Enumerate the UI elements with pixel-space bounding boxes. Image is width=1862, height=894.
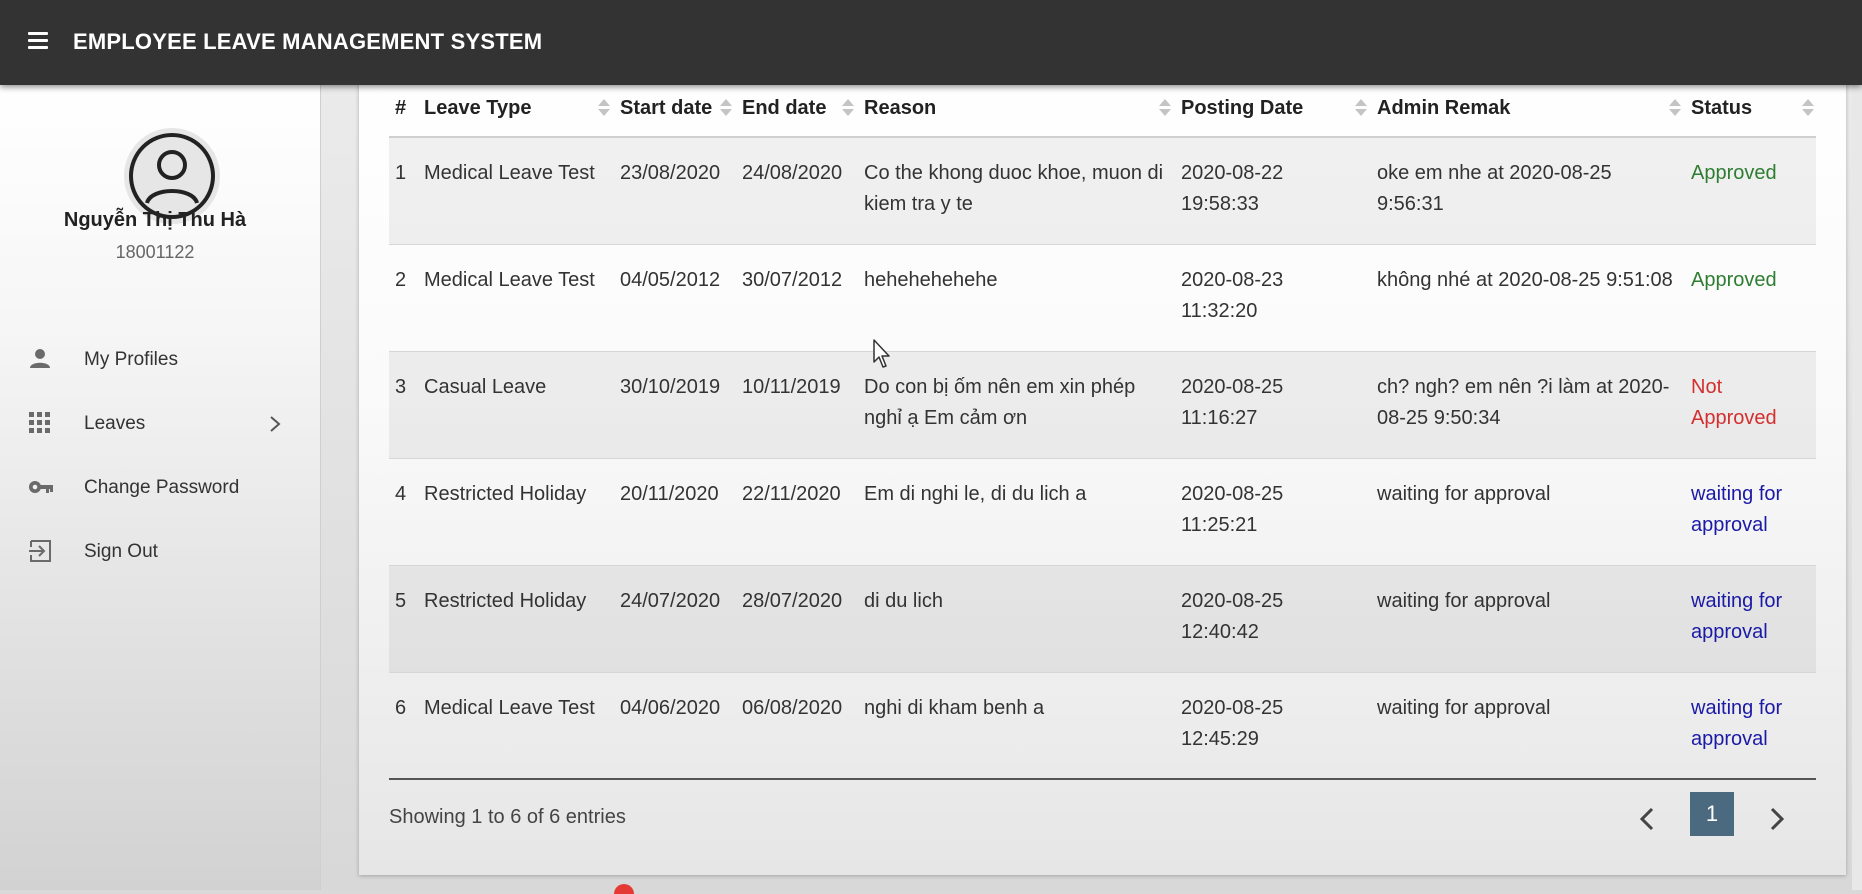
cell-start-date: 30/10/2019 [612,351,734,459]
sidebar-item-leaves[interactable]: Leaves [0,396,300,452]
sidebar-item-sign-out[interactable]: Sign Out [0,524,300,580]
sort-arrows-icon [720,98,732,118]
cell-status: waiting for approval [1683,458,1816,566]
person-icon [30,349,50,368]
cell-posting-date: 2020-08-25 11:25:21 [1173,458,1369,566]
cell-posting-date: 2020-08-22 19:58:33 [1173,137,1369,245]
sidebar-item-label: Leaves [84,413,146,434]
cell-leave-type: Restricted Holiday [416,565,612,673]
user-name: Nguyễn Thị Thu Hà [63,209,247,231]
sign-out-icon [29,540,51,562]
table-info-text: Showing 1 to 6 of 6 entries [389,806,626,828]
cell-start-date: 04/05/2012 [612,244,734,352]
sort-arrows-icon [598,98,610,118]
cell-posting-date: 2020-08-25 12:45:29 [1173,672,1369,780]
table-row: 2 Medical Leave Test 04/05/2012 30/07/20… [389,244,1816,352]
cell-leave-type: Medical Leave Test [416,244,612,352]
sidebar-item-label: Sign Out [84,541,158,562]
cell-status: waiting for approval [1683,565,1816,673]
column-header-status[interactable]: Status [1683,80,1816,138]
sidebar-item-my-profiles[interactable]: My Profiles [0,332,300,388]
grid-icon [29,412,50,433]
page-button-current[interactable]: 1 [1690,792,1734,836]
cell-start-date: 20/11/2020 [612,458,734,566]
table-row: 1 Medical Leave Test 23/08/2020 24/08/20… [389,137,1816,245]
hamburger-menu-icon[interactable] [26,31,50,51]
column-header-admin-remark[interactable]: Admin Remak [1369,80,1683,138]
cell-start-date: 24/07/2020 [612,565,734,673]
sort-arrows-icon [842,98,854,118]
table-row: 5 Restricted Holiday 24/07/2020 28/07/20… [389,565,1816,673]
cell-posting-date: 2020-08-23 11:32:20 [1173,244,1369,352]
cell-end-date: 24/08/2020 [734,137,856,245]
cell-admin-remark: waiting for approval [1369,672,1683,780]
page-scrollbar[interactable] [1852,85,1862,890]
previous-page-icon[interactable] [1636,804,1658,834]
column-header-posting-date[interactable]: Posting Date [1173,80,1369,138]
cell-start-date: 04/06/2020 [612,672,734,780]
top-app-bar: EMPLOYEE LEAVE MANAGEMENT SYSTEM [0,0,1862,85]
cell-end-date: 28/07/2020 [734,565,856,673]
cell-number: 3 [389,351,416,459]
cell-reason: hehehehehehe [856,244,1173,352]
sort-arrows-icon [1802,98,1814,118]
leave-history-table: # Leave Type Start date End date Reason … [389,80,1816,780]
sort-arrows-icon [1355,98,1367,118]
cell-start-date: 23/08/2020 [612,137,734,245]
sidebar: Nguyễn Thị Thu Hà 18001122 My Profiles L… [0,85,321,890]
table-header-row: # Leave Type Start date End date Reason … [389,80,1816,138]
sidebar-item-change-password[interactable]: Change Password [0,460,300,516]
cell-admin-remark: waiting for approval [1369,458,1683,566]
cell-end-date: 06/08/2020 [734,672,856,780]
mouse-cursor-icon [873,339,890,368]
cell-status: Not Approved [1683,351,1816,459]
next-page-icon[interactable] [1766,804,1788,834]
cell-leave-type: Restricted Holiday [416,458,612,566]
cell-admin-remark: ch? ngh? em nên ?i làm at 2020-08-25 9:5… [1369,351,1683,459]
cell-number: 4 [389,458,416,566]
chevron-right-icon [270,416,281,432]
user-id: 18001122 [115,242,195,262]
key-icon [29,481,53,493]
cell-admin-remark: không nhé at 2020-08-25 9:51:08 [1369,244,1683,352]
cell-reason: Em di nghi le, di du lich a [856,458,1173,566]
cell-reason: Co the khong duoc khoe, muon di kiem tra… [856,137,1173,245]
cell-status: Approved [1683,137,1816,245]
app-title: EMPLOYEE LEAVE MANAGEMENT SYSTEM [73,29,543,54]
sidebar-item-label: Change Password [84,477,240,498]
column-header-number[interactable]: # [389,80,416,138]
cell-reason: nghi di kham benh a [856,672,1173,780]
cell-leave-type: Medical Leave Test [416,137,612,245]
cell-status: Approved [1683,244,1816,352]
table-row: 4 Restricted Holiday 20/11/2020 22/11/20… [389,458,1816,566]
column-header-leave-type[interactable]: Leave Type [416,80,612,138]
cell-reason: di du lich [856,565,1173,673]
column-header-start-date[interactable]: Start date [612,80,734,138]
cell-posting-date: 2020-08-25 12:40:42 [1173,565,1369,673]
cell-posting-date: 2020-08-25 11:16:27 [1173,351,1369,459]
cell-status: waiting for approval [1683,672,1816,780]
column-header-reason[interactable]: Reason [856,80,1173,138]
sort-arrows-icon [1669,98,1681,118]
cell-number: 2 [389,244,416,352]
cell-number: 5 [389,565,416,673]
cell-end-date: 10/11/2019 [734,351,856,459]
cell-reason: Do con bị ốm nên em xin phép nghỉ ạ Em c… [856,351,1173,459]
cell-number: 6 [389,672,416,780]
cell-end-date: 30/07/2012 [734,244,856,352]
table-row: 3 Casual Leave 30/10/2019 10/11/2019 Do … [389,351,1816,459]
cell-admin-remark: oke em nhe at 2020-08-25 9:56:31 [1369,137,1683,245]
cell-end-date: 22/11/2020 [734,458,856,566]
cell-leave-type: Medical Leave Test [416,672,612,780]
cell-leave-type: Casual Leave [416,351,612,459]
table-row: 6 Medical Leave Test 04/06/2020 06/08/20… [389,672,1816,780]
cell-number: 1 [389,137,416,245]
cell-admin-remark: waiting for approval [1369,565,1683,673]
sort-arrows-icon [1159,98,1171,118]
column-header-end-date[interactable]: End date [734,80,856,138]
sidebar-item-label: My Profiles [84,349,178,370]
